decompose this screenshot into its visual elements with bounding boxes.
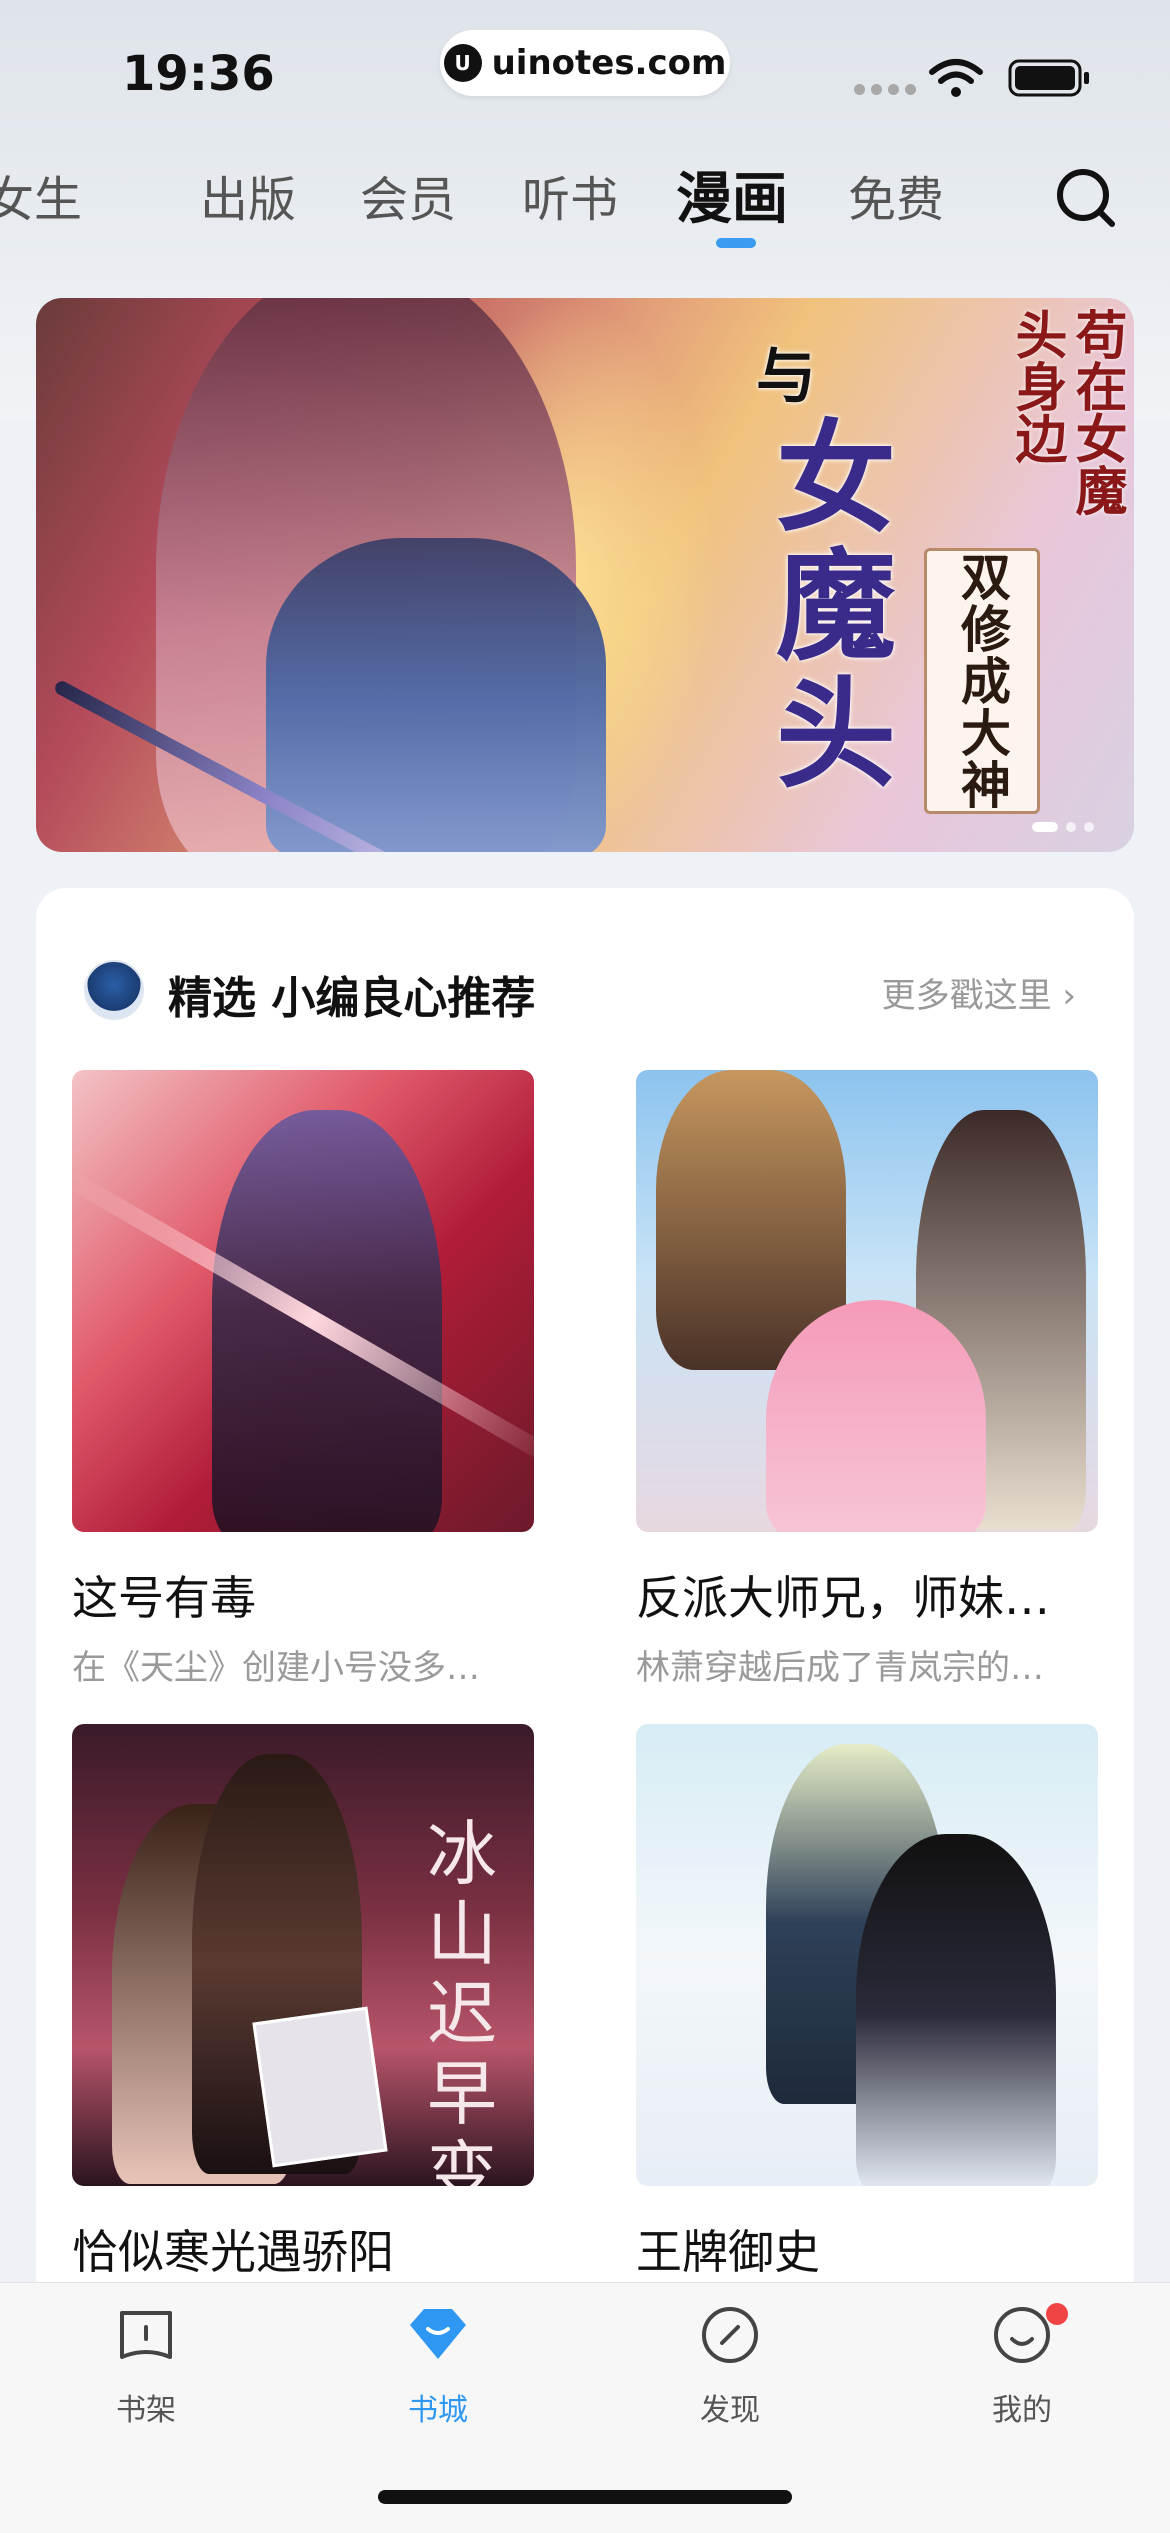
tab-free[interactable]: 免费 (848, 160, 944, 230)
category-tabs: 女生 出版 会员 听书 漫画 免费 (0, 150, 1040, 250)
book-card[interactable]: 冰山迟早变妻奴 恰似寒光遇骄阳 (72, 1724, 534, 2282)
cellular-signal-icon (854, 84, 916, 95)
nav-label: 发现 (700, 2393, 760, 2428)
battery-icon (1008, 59, 1089, 97)
bookstore-icon (410, 2309, 466, 2359)
tab-female[interactable]: 女生 (0, 160, 82, 230)
banner-character-man (266, 538, 606, 852)
url-text: uinotes.com (491, 43, 727, 83)
nav-discover[interactable]: 发现 (650, 2303, 810, 2429)
banner-subtitle: 双修成大神 (924, 548, 1040, 814)
site-logo-icon: U (443, 44, 482, 82)
wifi-icon (929, 59, 983, 97)
smile-icon (994, 2307, 1050, 2363)
more-link[interactable]: 更多戳这里 › (882, 968, 1076, 1017)
tab-publish[interactable]: 出版 (200, 160, 296, 230)
active-tab-indicator (716, 238, 756, 248)
nav-bookstore[interactable]: 书城 (358, 2303, 518, 2429)
book-desc: 在《天尘》创建小号没多… (72, 1648, 480, 1688)
editor-avatar (84, 960, 144, 1020)
book-desc: 林萧穿越后成了青岚宗的… (636, 1648, 1044, 1688)
book-title[interactable]: 恰似寒光遇骄阳 (72, 2216, 534, 2282)
nav-label: 书架 (116, 2393, 176, 2428)
book-card[interactable]: 反派大师兄，师妹… 林萧穿越后成了青岚宗的… (636, 1070, 1098, 1689)
book-title[interactable]: 王牌御史 (636, 2216, 1098, 2282)
book-cover[interactable] (72, 1070, 534, 1532)
banner-title-small: 与 (756, 342, 816, 412)
book-card[interactable]: 这号有毒 在《天尘》创建小号没多… (72, 1070, 534, 1689)
bookshelf-icon (120, 2311, 172, 2359)
url-pill: U uinotes.com (440, 30, 730, 96)
tab-audiobook[interactable]: 听书 (522, 160, 618, 230)
banner-logo: 苟在女魔头身边 (1006, 308, 1127, 516)
nav-label: 我的 (992, 2393, 1052, 2428)
banner-title: 与 女魔头 (736, 328, 936, 799)
home-indicator[interactable] (378, 2490, 792, 2504)
tab-comics[interactable]: 漫画 (676, 154, 788, 235)
book-cover[interactable]: 冰山迟早变妻奴 (72, 1724, 534, 2186)
book-title[interactable]: 反派大师兄，师妹… (636, 1562, 1098, 1628)
tab-member[interactable]: 会员 (360, 160, 456, 230)
search-icon[interactable] (1054, 166, 1118, 230)
cover-title: 冰山迟早变妻奴 (427, 1813, 497, 2186)
nav-label: 书城 (408, 2393, 468, 2428)
promo-banner[interactable]: 与 女魔头 双修成大神 苟在女魔头身边 (36, 298, 1134, 852)
featured-section: 精选 小编良心推荐 更多戳这里 › 这号有毒 在《天尘》创建小号没多… 反派大师… (36, 888, 1134, 2388)
nav-bookshelf[interactable]: 书架 (66, 2303, 226, 2429)
book-cover[interactable] (636, 1070, 1098, 1532)
book-cover[interactable] (636, 1724, 1098, 2186)
compass-icon (702, 2307, 758, 2363)
status-time: 19:36 (122, 46, 275, 102)
book-title[interactable]: 这号有毒 (72, 1562, 534, 1628)
banner-pagination (1032, 822, 1094, 832)
section-title: 精选 小编良心推荐 (168, 973, 536, 1024)
notification-badge (1046, 2303, 1068, 2325)
banner-title-big: 女魔头 (776, 408, 896, 805)
book-card[interactable]: 王牌御史 (636, 1724, 1098, 2282)
nav-profile[interactable]: 我的 (942, 2303, 1102, 2429)
